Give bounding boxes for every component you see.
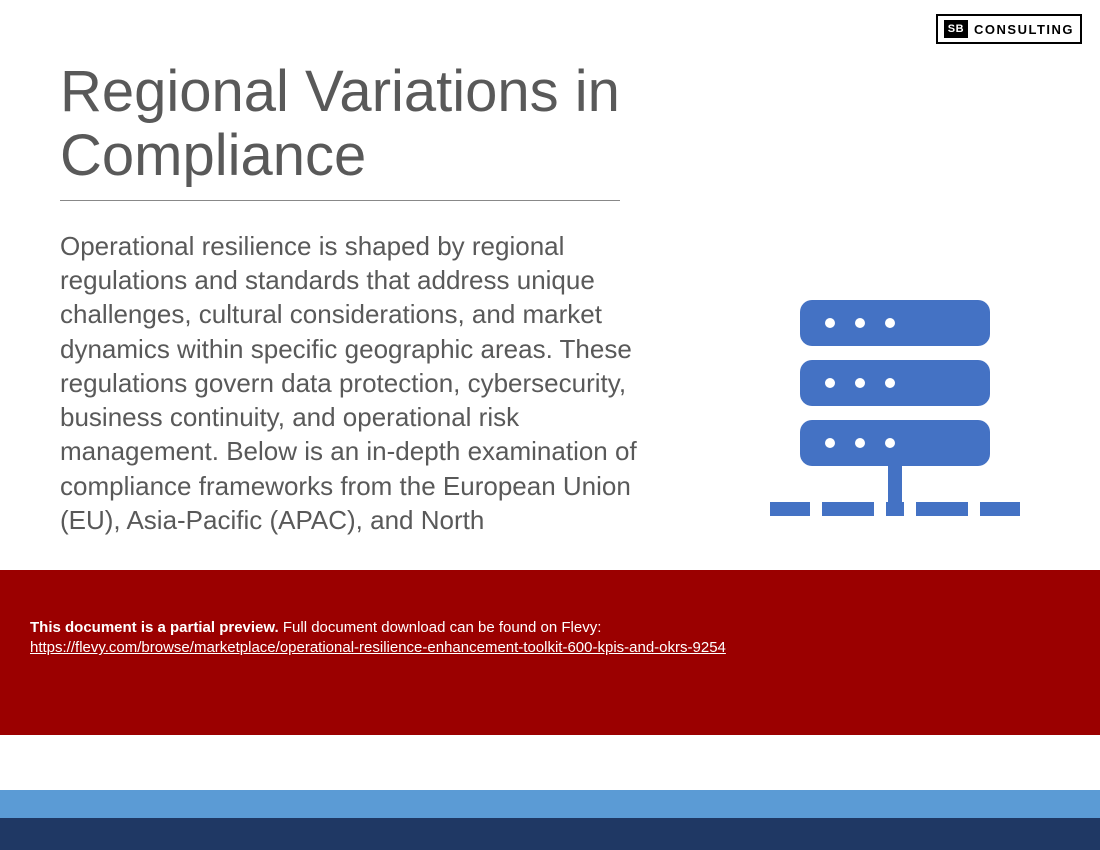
slide-title: Regional Variations in Compliance [60,60,700,188]
logo-text: CONSULTING [974,22,1074,37]
preview-overlay-text: This document is a partial preview. Full… [30,618,1070,659]
title-divider [60,200,620,201]
footer-bar-skyblue [0,790,1100,818]
server-stack-icon [750,290,1030,570]
slide-body-text: Operational resilience is shaped by regi… [60,229,670,538]
preview-lead-bold: This document is a partial preview. [30,619,279,636]
brand-logo: SB CONSULTING [936,14,1082,44]
preview-lead-rest: Full document download can be found on F… [279,619,602,636]
preview-link[interactable]: https://flevy.com/browse/marketplace/ope… [30,639,726,656]
footer-bar-navy [0,818,1100,850]
preview-overlay: This document is a partial preview. Full… [0,570,1100,735]
logo-mark: SB [944,20,968,38]
footer-spacer [0,735,1100,790]
